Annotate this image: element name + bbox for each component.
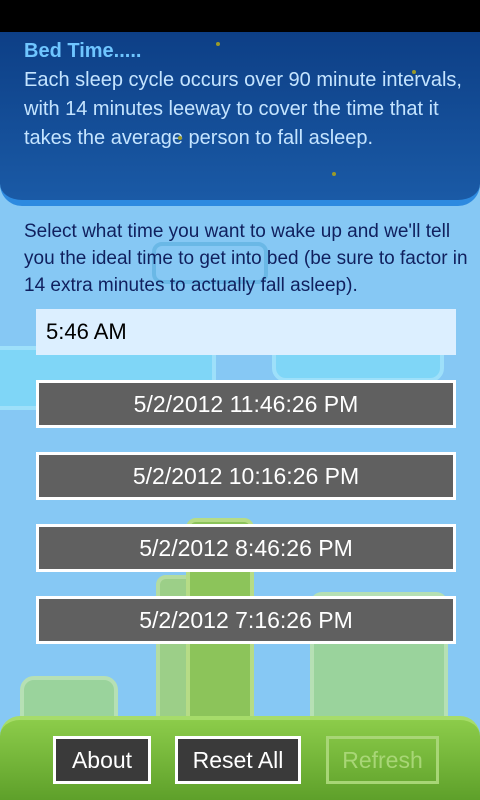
bed-time-button[interactable]: 5/2/2012 11:46:26 PM <box>36 380 456 428</box>
info-panel: Bed Time..... Each sleep cycle occurs ov… <box>0 32 480 206</box>
info-description: Each sleep cycle occurs over 90 minute i… <box>24 69 462 149</box>
star-dot <box>178 136 182 140</box>
wake-time-picker[interactable] <box>36 309 456 355</box>
bed-time-button[interactable]: 5/2/2012 8:46:26 PM <box>36 524 456 572</box>
star-dot <box>412 70 416 74</box>
status-bar <box>0 0 480 32</box>
info-title: Bed Time..... <box>24 40 142 62</box>
about-button[interactable]: About <box>53 736 151 784</box>
bed-time-button[interactable]: 5/2/2012 10:16:26 PM <box>36 452 456 500</box>
instructions-text: Select what time you want to wake up and… <box>24 221 468 296</box>
reset-all-button[interactable]: Reset All <box>175 736 301 784</box>
star-dot <box>332 172 336 176</box>
bed-time-button[interactable]: 5/2/2012 7:16:26 PM <box>36 596 456 644</box>
refresh-button[interactable]: Refresh <box>326 736 439 784</box>
star-dot <box>216 42 220 46</box>
